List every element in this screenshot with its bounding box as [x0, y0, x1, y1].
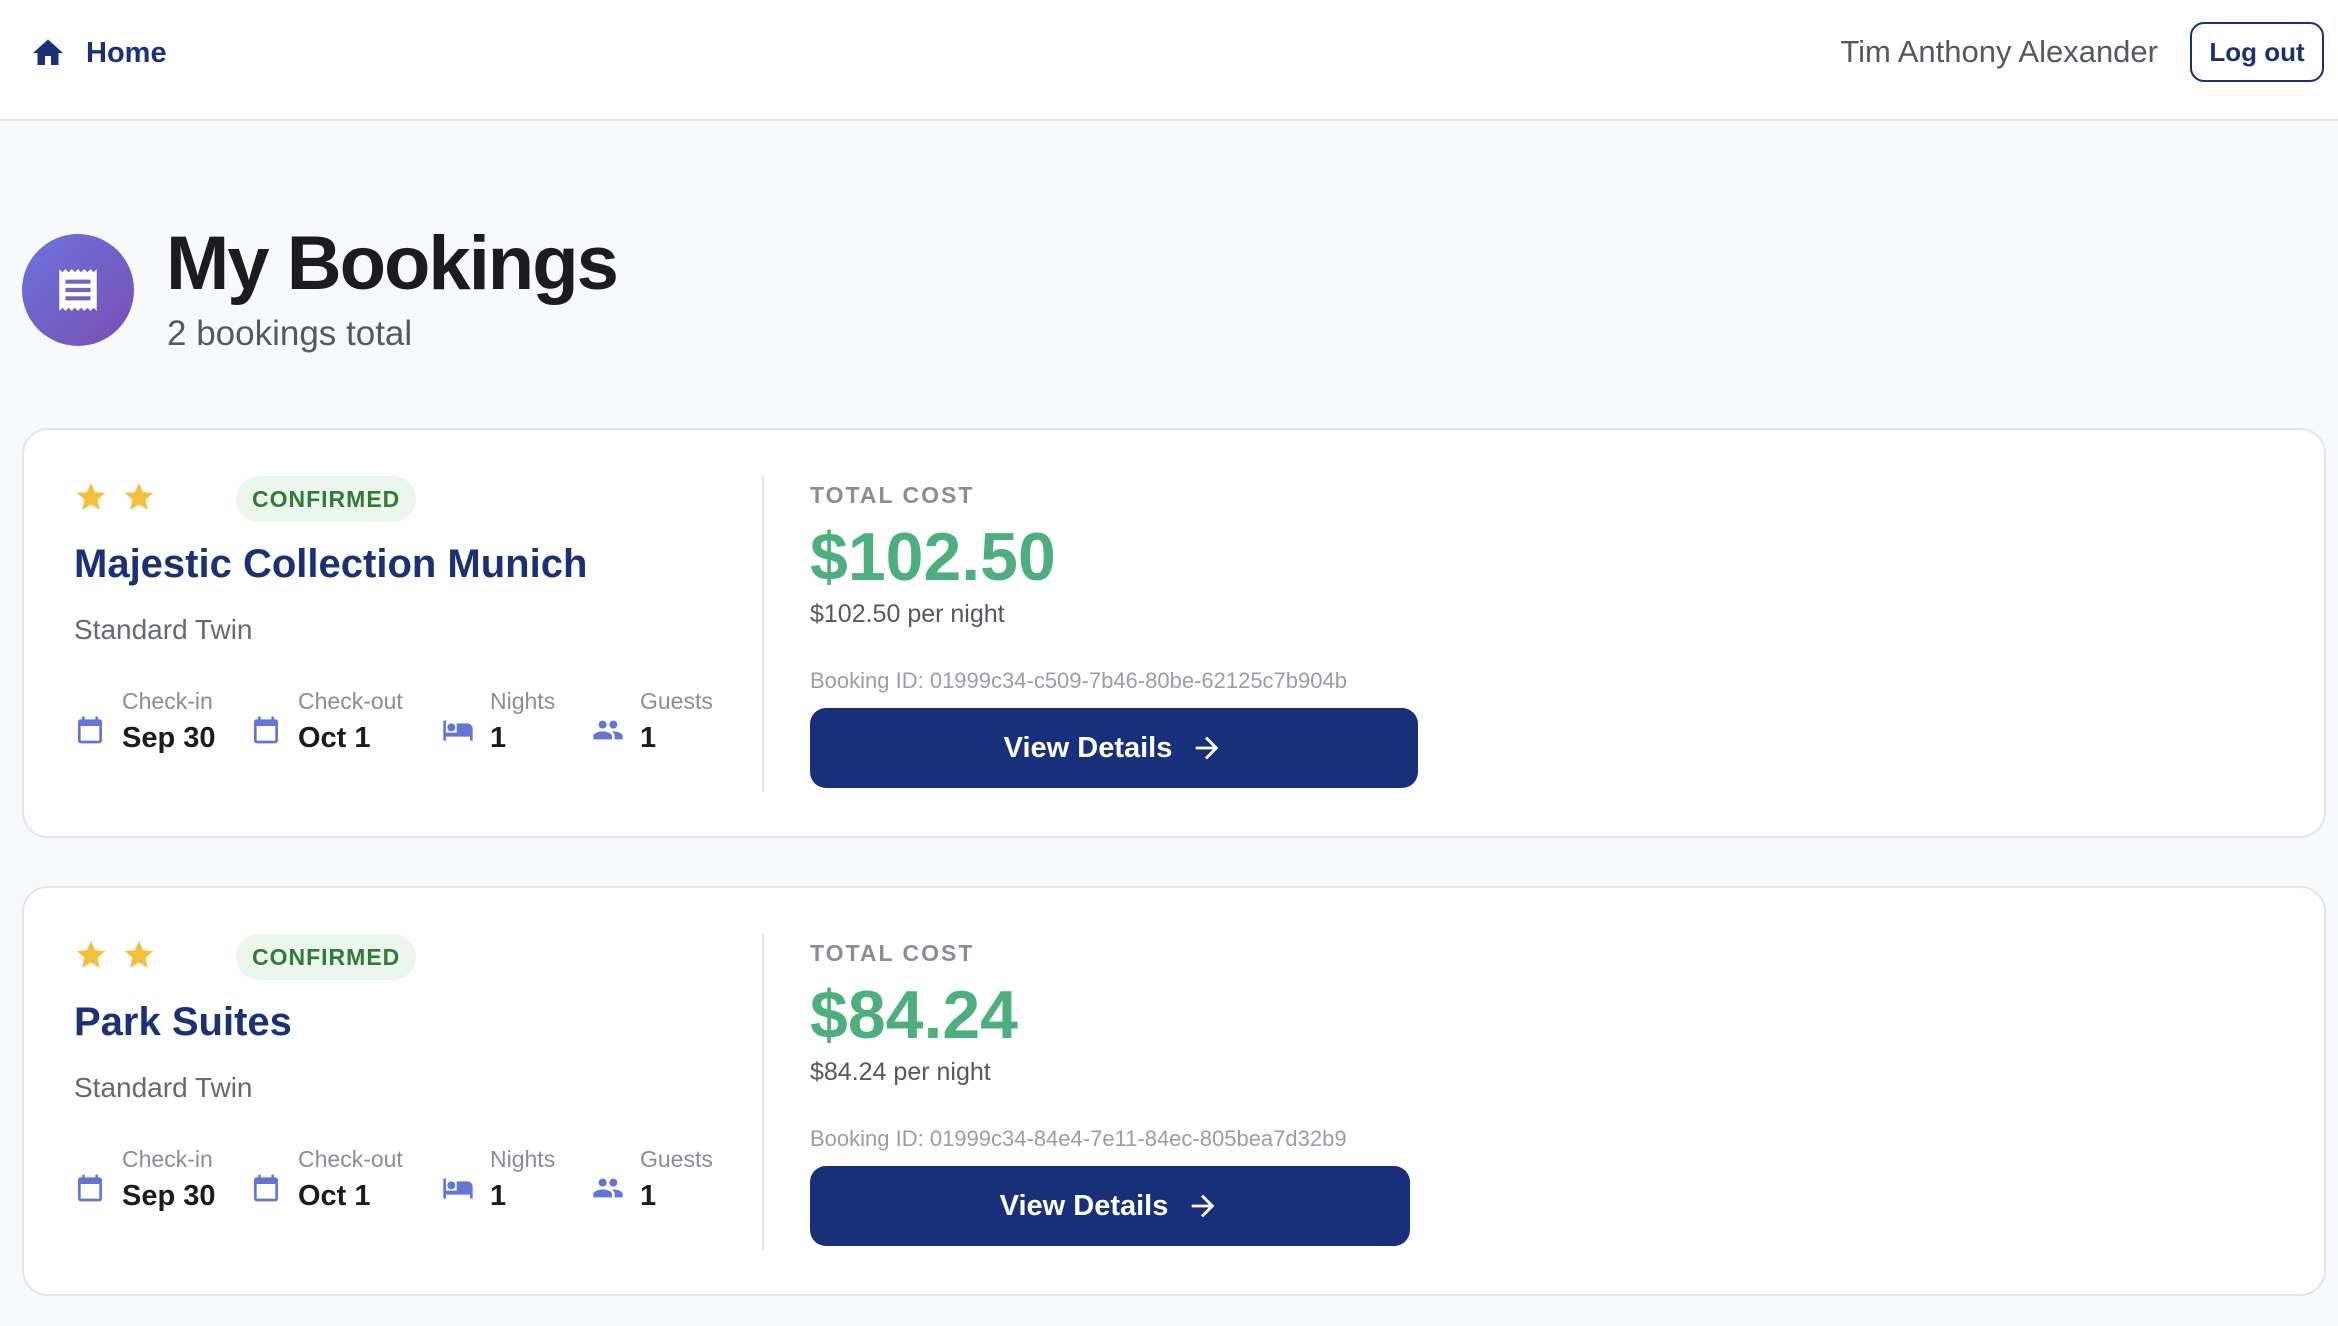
view-details-button[interactable]: View Details	[810, 708, 1418, 788]
guests-label: Guests	[640, 688, 713, 714]
home-link[interactable]: Home	[30, 30, 167, 76]
checkin-label: Check-in	[122, 688, 213, 714]
per-night-price: $102.50 per night	[810, 600, 1005, 628]
home-label: Home	[86, 36, 167, 69]
per-night-price: $84.24 per night	[810, 1058, 991, 1086]
star-icon	[124, 940, 154, 968]
view-details-button[interactable]: View Details	[810, 1166, 1410, 1246]
guests-label: Guests	[640, 1146, 713, 1172]
total-cost-amount: $102.50	[810, 519, 1056, 595]
bed-icon	[443, 720, 473, 741]
booking-cost: TOTAL COST $84.24 $84.24 per night Booki…	[810, 888, 1710, 1294]
home-icon	[33, 39, 63, 65]
booking-cost: TOTAL COST $102.50 $102.50 per night Boo…	[810, 430, 1710, 836]
view-details-label: View Details	[1003, 731, 1173, 764]
nights-label: Nights	[490, 688, 556, 714]
people-icon	[593, 1178, 623, 1198]
checkin-value: Sep 30	[122, 722, 216, 754]
status-badge: CONFIRMED	[236, 476, 417, 522]
calendar-icon	[254, 716, 278, 744]
calendar-icon	[254, 1174, 278, 1202]
nights-value: 1	[490, 1180, 507, 1212]
page-subtitle: 2 bookings total	[167, 314, 413, 353]
arrow-right-icon	[1192, 1194, 1215, 1218]
star-icon	[76, 482, 106, 510]
room-type: Standard Twin	[74, 1072, 253, 1103]
checkout-value: Oct 1	[298, 1180, 371, 1212]
star-rating	[74, 938, 156, 972]
booking-info: CONFIRMED Park Suites Standard Twin Chec…	[74, 888, 754, 1294]
status-badge: CONFIRMED	[236, 934, 417, 980]
top-nav-bar: Home Tim Anthony Alexander Log out	[0, 0, 2338, 121]
hotel-name: Park Suites	[74, 1000, 292, 1044]
room-type: Standard Twin	[74, 614, 253, 645]
card-divider	[762, 934, 764, 1250]
star-rating	[74, 480, 156, 514]
nights-label: Nights	[490, 1146, 556, 1172]
booking-info: CONFIRMED Majestic Collection Munich Sta…	[74, 430, 754, 836]
nights-value: 1	[490, 722, 507, 754]
booking-card: CONFIRMED Majestic Collection Munich Sta…	[22, 428, 2326, 838]
receipt-icon	[22, 234, 134, 346]
total-cost-label: TOTAL COST	[810, 482, 975, 508]
checkout-value: Oct 1	[298, 722, 371, 754]
logout-button[interactable]: Log out	[2190, 22, 2324, 82]
guests-value: 1	[640, 722, 657, 754]
hotel-name: Majestic Collection Munich	[74, 542, 588, 586]
checkout-label: Check-out	[298, 688, 403, 714]
total-cost-label: TOTAL COST	[810, 940, 975, 966]
page-title: My Bookings	[166, 221, 619, 306]
checkout-label: Check-out	[298, 1146, 403, 1172]
checkin-label: Check-in	[122, 1146, 213, 1172]
people-icon	[593, 720, 623, 740]
booking-id: Booking ID: 01999c34-c509-7b46-80be-6212…	[810, 668, 1347, 693]
user-name: Tim Anthony Alexander	[1840, 34, 2158, 69]
view-details-label: View Details	[999, 1189, 1169, 1222]
calendar-icon	[78, 716, 102, 744]
booking-card: CONFIRMED Park Suites Standard Twin Chec…	[22, 886, 2326, 1296]
arrow-right-icon	[1196, 736, 1219, 760]
total-cost-amount: $84.24	[810, 977, 1018, 1053]
calendar-icon	[78, 1174, 102, 1202]
guests-value: 1	[640, 1180, 657, 1212]
card-divider	[762, 476, 764, 792]
checkin-value: Sep 30	[122, 1180, 216, 1212]
bed-icon	[443, 1178, 473, 1199]
booking-id: Booking ID: 01999c34-84e4-7e11-84ec-805b…	[810, 1126, 1347, 1151]
star-icon	[124, 482, 154, 510]
star-icon	[76, 940, 106, 968]
